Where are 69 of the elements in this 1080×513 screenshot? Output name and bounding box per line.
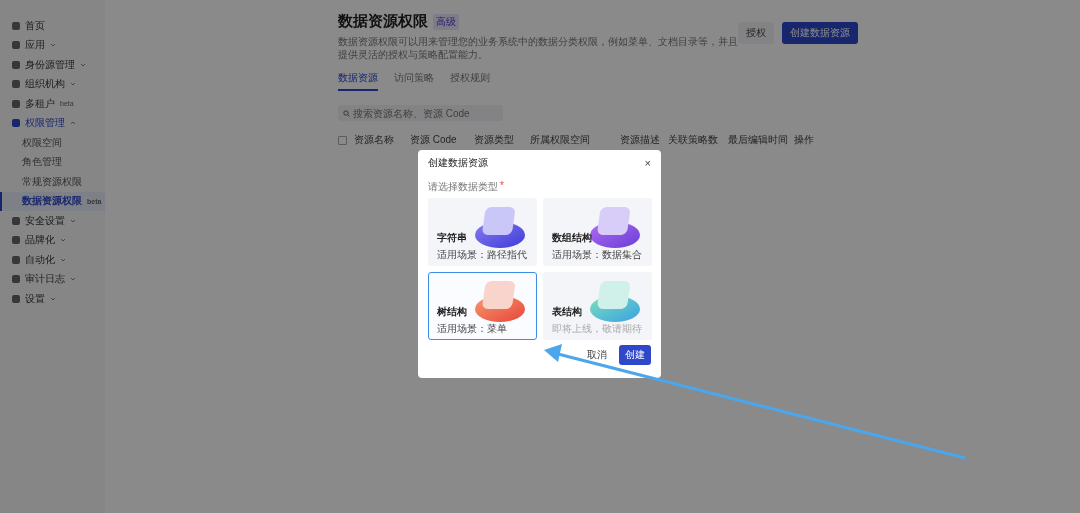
select-all-checkbox[interactable] bbox=[338, 135, 347, 145]
submenu-item[interactable]: 常规资源权限 bbox=[0, 172, 105, 192]
option-title: 数组结构 bbox=[552, 231, 593, 245]
chevron-icon bbox=[60, 237, 66, 244]
chevron-icon bbox=[60, 256, 66, 263]
disc-illustration-icon bbox=[474, 279, 526, 323]
menu-icon bbox=[12, 216, 20, 225]
menu-icon bbox=[12, 41, 20, 50]
close-button[interactable]: × bbox=[644, 157, 651, 169]
sidebar-item[interactable]: 首页 bbox=[0, 16, 105, 36]
dialog-title: 创建数据资源 bbox=[428, 156, 488, 170]
chevron-icon bbox=[70, 276, 76, 283]
chevron-icon bbox=[70, 120, 76, 127]
submenu-item[interactable]: 权限空间 bbox=[0, 133, 105, 153]
option-subtitle: 适用场景：数据集合 bbox=[552, 248, 643, 262]
search-icon bbox=[343, 109, 350, 117]
type-option-card[interactable]: 数组结构 适用场景：数据集合 bbox=[543, 198, 652, 266]
menu-icon bbox=[12, 60, 20, 69]
chevron-icon bbox=[70, 217, 76, 224]
menu-icon bbox=[12, 275, 20, 284]
column-header: 资源类型 bbox=[474, 133, 515, 147]
column-header: 操作 bbox=[794, 133, 815, 147]
chevron-icon bbox=[80, 61, 86, 68]
menu-icon bbox=[12, 236, 20, 245]
option-title: 字符串 bbox=[437, 231, 468, 245]
sidebar-item[interactable]: 权限管理 bbox=[0, 113, 105, 133]
menu-icon bbox=[12, 99, 20, 108]
menu-icon bbox=[12, 119, 20, 128]
plan-badge: 高级 bbox=[433, 13, 459, 30]
sidebar-item[interactable]: 组织机构 bbox=[0, 74, 105, 94]
chevron-icon bbox=[50, 295, 56, 302]
option-subtitle: 适用场景：菜单 bbox=[437, 322, 508, 336]
column-header: 关联策略数 bbox=[668, 133, 719, 147]
column-header: 资源 Code bbox=[410, 133, 458, 147]
menu-icon bbox=[12, 21, 20, 30]
submenu-item[interactable]: 角色管理 bbox=[0, 152, 105, 172]
tab[interactable]: 数据资源 bbox=[338, 71, 378, 91]
sidebar-item[interactable]: 应用 bbox=[0, 35, 105, 55]
option-title: 表结构 bbox=[552, 305, 583, 319]
chevron-icon bbox=[70, 81, 76, 88]
disc-illustration-icon bbox=[474, 205, 526, 249]
required-mark: * bbox=[500, 180, 504, 193]
menu-icon bbox=[12, 255, 20, 264]
sidebar-item[interactable]: 品牌化 bbox=[0, 230, 105, 250]
create-button[interactable]: 创建数据资源 bbox=[782, 22, 858, 44]
sidebar-item[interactable]: 身份源管理 bbox=[0, 55, 105, 75]
type-option-card[interactable]: 字符串 适用场景：路径指代 bbox=[428, 198, 537, 266]
column-header: 最后编辑时间 bbox=[728, 133, 789, 147]
column-header: 资源名称 bbox=[354, 133, 395, 147]
option-subtitle: 适用场景：路径指代 bbox=[437, 248, 528, 262]
chevron-icon bbox=[50, 42, 56, 49]
tab[interactable]: 授权规则 bbox=[450, 71, 490, 91]
column-header: 所属权限空间 bbox=[530, 133, 591, 147]
sidebar-item[interactable]: 自动化 bbox=[0, 250, 105, 270]
option-title: 树结构 bbox=[437, 305, 468, 319]
type-option-card[interactable]: 树结构 适用场景：菜单 bbox=[428, 272, 537, 340]
menu-icon bbox=[12, 80, 20, 89]
sidebar-item[interactable]: 安全设置 bbox=[0, 211, 105, 231]
column-header: 资源描述 bbox=[620, 133, 661, 147]
sidebar-item[interactable]: 审计日志 bbox=[0, 269, 105, 289]
sidebar-item[interactable]: 设置 bbox=[0, 289, 105, 309]
disc-illustration-icon bbox=[589, 279, 641, 323]
page-title: 数据资源权限 bbox=[338, 12, 428, 31]
page-description: 数据资源权限可以用来管理您的业务系统中的数据分类权限，例如菜单、文档目录等，并且提供灵活的授权与策略配置能力。 bbox=[338, 35, 738, 61]
tab[interactable]: 访问策略 bbox=[394, 71, 434, 91]
authorize-button[interactable]: 授权 bbox=[738, 22, 774, 44]
menu-icon bbox=[12, 294, 20, 303]
field-label: 请选择数据类型 bbox=[428, 180, 498, 194]
create-button[interactable]: 创建 bbox=[619, 345, 651, 365]
